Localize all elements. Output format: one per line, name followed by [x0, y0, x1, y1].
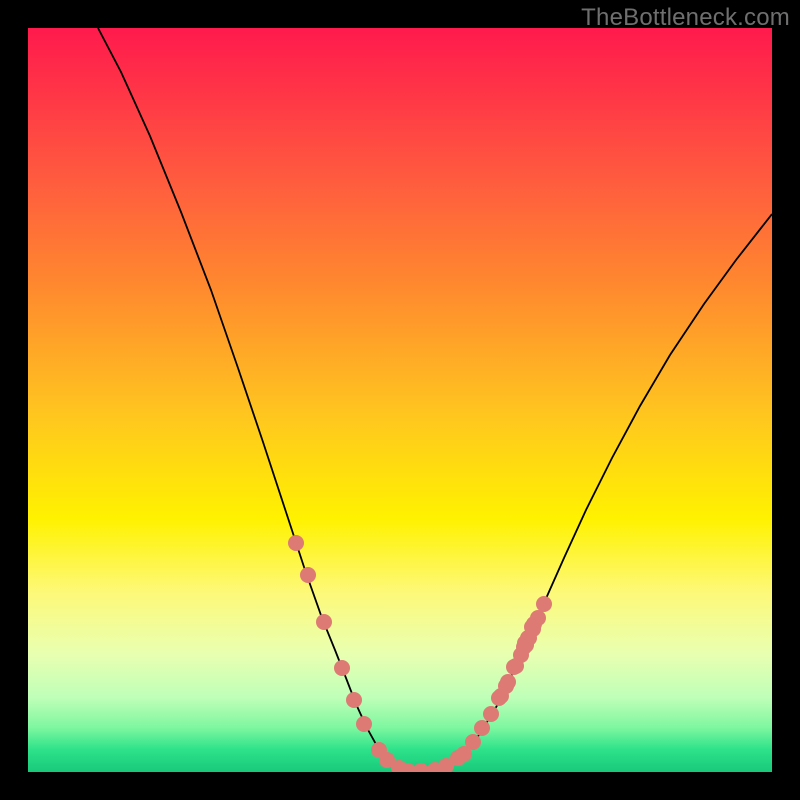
data-point	[525, 621, 541, 637]
data-point	[506, 659, 522, 675]
curve-right	[408, 214, 772, 772]
data-point	[491, 690, 507, 706]
data-point	[483, 706, 499, 722]
watermark-text: TheBottleneck.com	[581, 4, 790, 32]
scatter-right	[456, 596, 552, 762]
data-point	[288, 535, 304, 551]
data-point	[356, 716, 372, 732]
data-point	[334, 660, 350, 676]
data-point	[474, 720, 490, 736]
data-point	[465, 734, 481, 750]
data-point	[316, 614, 332, 630]
data-point	[300, 567, 316, 583]
chart-frame	[28, 28, 772, 772]
chart-svg	[28, 28, 772, 772]
scatter-left	[288, 535, 466, 772]
data-point	[536, 596, 552, 612]
curve-left	[98, 28, 408, 772]
data-point	[346, 692, 362, 708]
data-point	[413, 763, 429, 772]
